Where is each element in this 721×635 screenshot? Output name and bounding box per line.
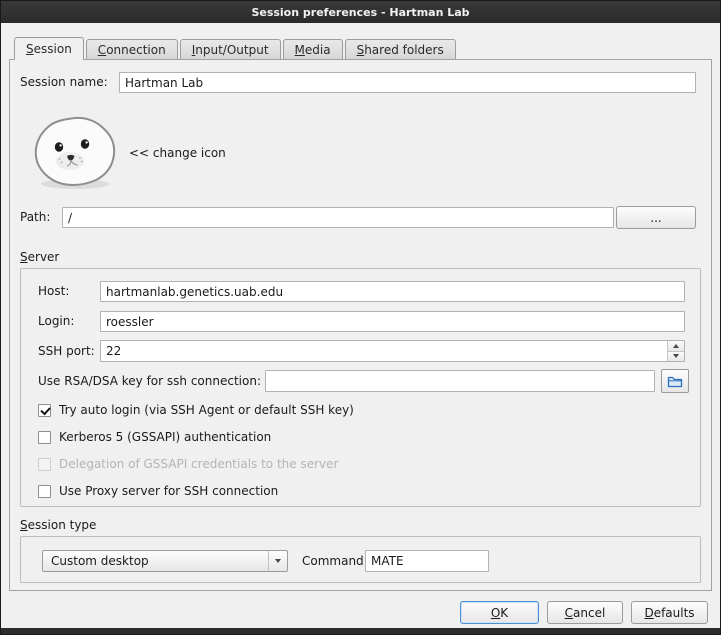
gssapi-delegation-row: Delegation of GSSAPI credentials to the … bbox=[38, 457, 338, 471]
arrow-up-icon bbox=[673, 344, 679, 348]
session-type-selected-value: Custom desktop bbox=[43, 551, 268, 571]
server-group-frame: Host: Login: SSH port: Use RSA/DSA key f… bbox=[20, 268, 701, 507]
tab-input-output-label: Input/Output bbox=[192, 43, 269, 57]
host-label: Host: bbox=[38, 281, 69, 302]
session-type-group-frame: Custom desktop Command: bbox=[20, 536, 701, 583]
ssh-port-input[interactable] bbox=[101, 341, 667, 361]
login-input[interactable] bbox=[100, 311, 685, 332]
autologin-label: Try auto login (via SSH Agent or default… bbox=[59, 403, 354, 417]
window-title: Session preferences - Hartman Lab bbox=[251, 6, 469, 19]
proxy-label: Use Proxy server for SSH connection bbox=[59, 484, 278, 498]
autologin-checkbox[interactable] bbox=[38, 404, 51, 417]
proxy-row: Use Proxy server for SSH connection bbox=[38, 484, 278, 498]
proxy-checkbox[interactable] bbox=[38, 485, 51, 498]
ssh-port-increment-button[interactable] bbox=[668, 341, 684, 351]
session-tab-panel: Session name: << change icon Path: bbox=[9, 59, 712, 591]
titlebar[interactable]: Session preferences - Hartman Lab bbox=[1, 1, 720, 23]
gssapi-delegation-label: Delegation of GSSAPI credentials to the … bbox=[59, 457, 338, 471]
ssh-port-spin-buttons bbox=[667, 341, 684, 361]
tab-session-label: Session bbox=[26, 42, 72, 56]
tab-connection[interactable]: Connection bbox=[86, 39, 178, 59]
arrow-down-icon bbox=[673, 354, 679, 358]
host-input[interactable] bbox=[100, 281, 685, 302]
tab-session[interactable]: Session bbox=[14, 37, 84, 60]
ssh-port-decrement-button[interactable] bbox=[668, 351, 684, 362]
folder-icon bbox=[667, 374, 683, 388]
session-name-label: Session name: bbox=[20, 72, 108, 93]
command-label: Command: bbox=[302, 550, 368, 572]
cancel-button-label: Cancel bbox=[565, 606, 606, 620]
command-input[interactable] bbox=[365, 550, 489, 572]
path-browse-label: ... bbox=[650, 211, 661, 225]
session-preferences-dialog: Session preferences - Hartman Lab Sessio… bbox=[0, 0, 721, 635]
rsa-key-label: Use RSA/DSA key for ssh connection: bbox=[38, 370, 261, 392]
server-group-title: Server bbox=[20, 250, 59, 264]
kerberos-label: Kerberos 5 (GSSAPI) authentication bbox=[59, 430, 271, 444]
path-input[interactable] bbox=[62, 207, 614, 228]
session-type-dropdown[interactable]: Custom desktop bbox=[42, 550, 288, 572]
defaults-button-label: Defaults bbox=[644, 606, 694, 620]
path-browse-button[interactable]: ... bbox=[616, 206, 696, 229]
tab-input-output[interactable]: Input/Output bbox=[180, 39, 281, 59]
chevron-down-icon bbox=[275, 559, 281, 563]
session-name-input[interactable] bbox=[119, 72, 696, 93]
tab-media-label: Media bbox=[295, 43, 331, 57]
ssh-port-label: SSH port: bbox=[38, 340, 95, 362]
tab-shared-folders-label: Shared folders bbox=[357, 43, 444, 57]
gssapi-delegation-checkbox bbox=[38, 458, 51, 471]
dropdown-arrow-area bbox=[268, 551, 287, 571]
session-icon-button[interactable] bbox=[29, 114, 121, 192]
kerberos-checkbox[interactable] bbox=[38, 431, 51, 444]
login-label: Login: bbox=[38, 311, 74, 332]
session-type-group-title: Session type bbox=[20, 518, 96, 532]
rsa-key-input[interactable] bbox=[265, 370, 655, 392]
cancel-button[interactable]: Cancel bbox=[547, 601, 623, 624]
ok-button[interactable]: OK bbox=[460, 601, 539, 624]
tab-bar: Session Connection Input/Output Media Sh… bbox=[14, 37, 458, 59]
path-label: Path: bbox=[20, 207, 50, 228]
change-icon-hint: << change icon bbox=[129, 143, 226, 164]
window-bottom-edge bbox=[1, 628, 720, 634]
kerberos-row: Kerberos 5 (GSSAPI) authentication bbox=[38, 430, 271, 444]
tab-shared-folders[interactable]: Shared folders bbox=[345, 39, 456, 59]
ok-button-label: OK bbox=[491, 606, 508, 620]
seal-icon bbox=[30, 114, 120, 190]
tab-connection-label: Connection bbox=[98, 43, 166, 57]
defaults-button[interactable]: Defaults bbox=[631, 601, 708, 624]
autologin-row: Try auto login (via SSH Agent or default… bbox=[38, 403, 354, 417]
ssh-port-spinbox bbox=[100, 340, 685, 362]
rsa-key-browse-button[interactable] bbox=[661, 369, 689, 393]
tab-media[interactable]: Media bbox=[283, 39, 343, 59]
